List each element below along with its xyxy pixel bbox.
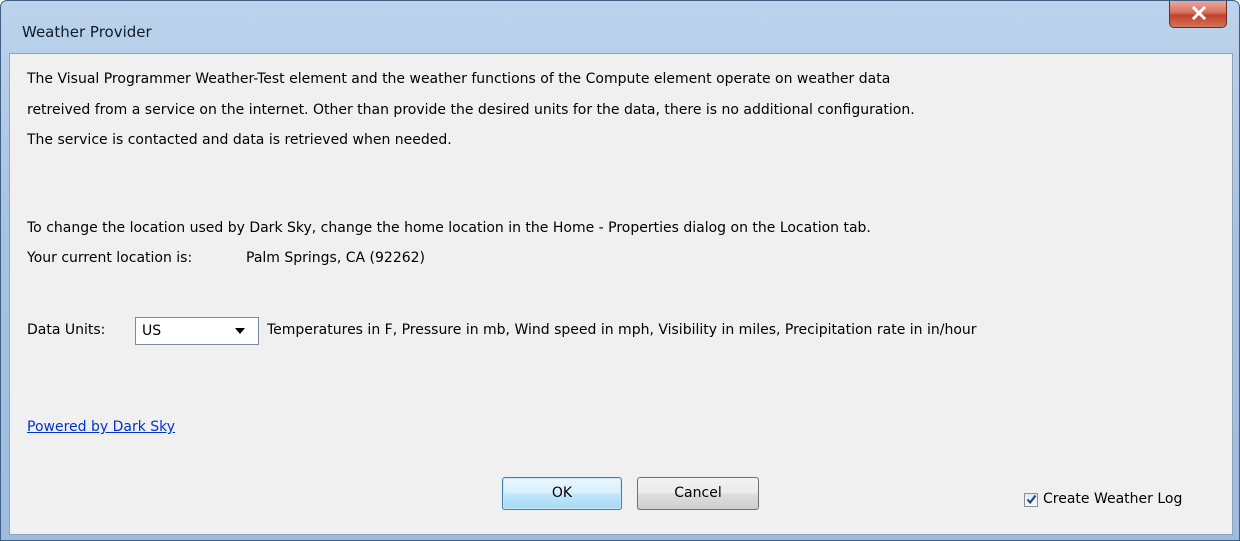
title-bar[interactable]: Weather Provider — [1, 1, 1239, 53]
create-weather-log-label[interactable]: Create Weather Log — [1043, 491, 1182, 507]
location-instructions: To change the location used by Dark Sky,… — [27, 220, 871, 236]
description-line-2: retreived from a service on the internet… — [27, 102, 915, 118]
weather-provider-dialog: Weather Provider The Visual Programmer W… — [0, 0, 1240, 541]
current-location-label: Your current location is: — [27, 250, 193, 266]
description-line-3: The service is contacted and data is ret… — [27, 132, 452, 148]
data-units-dropdown[interactable]: US — [135, 317, 259, 345]
data-units-label: Data Units: — [27, 322, 106, 338]
checkmark-icon — [1026, 494, 1037, 505]
chevron-down-icon — [235, 328, 245, 334]
create-weather-log-checkbox[interactable] — [1024, 493, 1038, 507]
window-title: Weather Provider — [22, 23, 152, 41]
cancel-button[interactable]: Cancel — [637, 477, 759, 510]
current-location-value: Palm Springs, CA (92262) — [246, 250, 426, 266]
data-units-selected: US — [142, 323, 162, 339]
close-button[interactable] — [1169, 1, 1227, 28]
powered-by-dark-sky-link[interactable]: Powered by Dark Sky — [27, 419, 175, 435]
description-line-1: The Visual Programmer Weather-Test eleme… — [27, 71, 891, 87]
close-icon — [1191, 6, 1207, 20]
ok-button[interactable]: OK — [502, 477, 622, 510]
dialog-content: The Visual Programmer Weather-Test eleme… — [9, 53, 1233, 535]
data-units-description: Temperatures in F, Pressure in mb, Wind … — [267, 322, 977, 338]
